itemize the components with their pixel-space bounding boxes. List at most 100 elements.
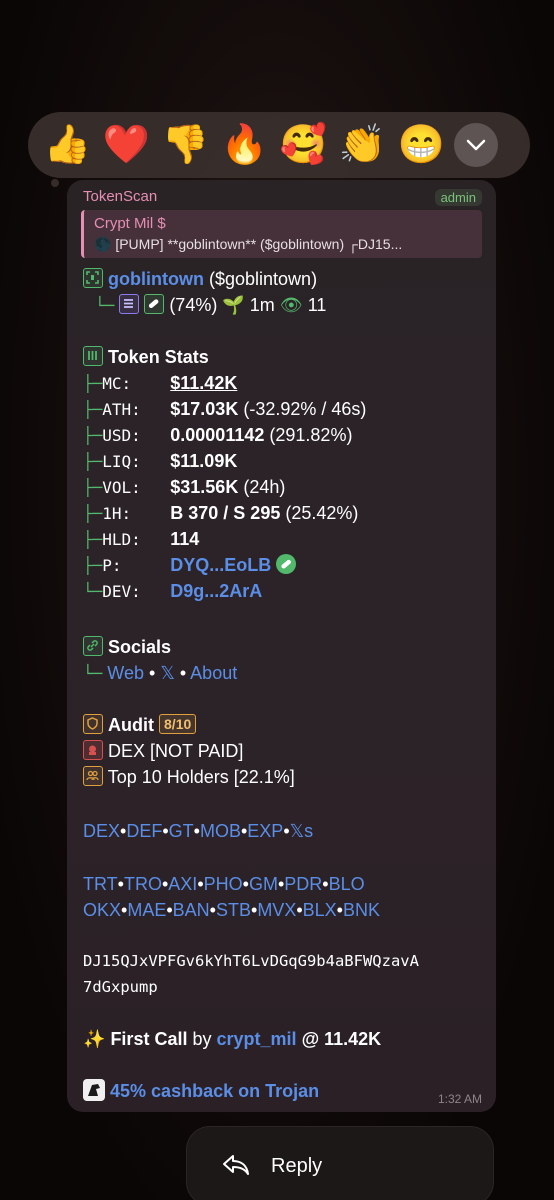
stat-value: 0.00001142 xyxy=(170,425,265,445)
link-pdr[interactable]: PDR xyxy=(284,874,322,894)
link-gm[interactable]: GM xyxy=(249,874,278,894)
link-mae[interactable]: MAE xyxy=(127,900,166,920)
reply-button[interactable]: Reply xyxy=(186,1126,494,1200)
red-heart-reaction[interactable]: ❤️ xyxy=(97,119,156,171)
dex-status: DEX [NOT PAID] xyxy=(108,741,244,761)
quoted-reply-text: 🌑 [PUMP] **goblintown** ($goblintown) ┌D… xyxy=(94,236,403,252)
stat-extra: (25.42%) xyxy=(285,503,359,523)
solana-icon xyxy=(119,294,140,314)
first-call-row: ✨ First Call by crypt_mil @ 11.42K xyxy=(83,1026,381,1052)
tree-branch: ├─ xyxy=(83,530,103,549)
reaction-bar: 👍 ❤️ 👎 🔥 🥰 👏 😁 xyxy=(28,112,530,178)
expand-reactions-button[interactable] xyxy=(454,123,498,167)
tree-branch: ├─ xyxy=(83,426,103,445)
contract-address-line-2[interactable]: 7dGxpump xyxy=(83,974,158,1000)
stats-heading: Token Stats xyxy=(108,347,209,367)
stat-value[interactable]: $11.42K xyxy=(170,373,237,393)
audit-dex-row: DEX [NOT PAID] xyxy=(83,738,243,764)
dev-address-link[interactable]: D9g...2ArA xyxy=(170,581,262,601)
tree-branch: └─ xyxy=(83,664,103,683)
sparkles-icon: ✨ xyxy=(83,1029,106,1049)
link-tro[interactable]: TRO xyxy=(124,874,162,894)
link-mvx[interactable]: MVX xyxy=(257,900,296,920)
cashback-row: 45% cashback on Trojan xyxy=(83,1078,319,1104)
link-blx[interactable]: BLX xyxy=(303,900,337,920)
top-holders: Top 10 Holders [22.1%] xyxy=(107,767,295,787)
about-link[interactable]: About xyxy=(190,663,237,683)
audit-heading-row: Audit 8/10 xyxy=(83,712,197,738)
stat-row-liq: ├─LIQ: $11.09K xyxy=(83,448,237,474)
link-exp[interactable]: EXP xyxy=(247,821,283,841)
fire-reaction[interactable]: 🔥 xyxy=(215,119,274,171)
quoted-reply[interactable]: Crypt Mil $ 🌑 [PUMP] **goblintown** ($go… xyxy=(81,210,482,258)
message-time: 1:32 AM xyxy=(437,1092,482,1106)
stat-row-usd: ├─USD: 0.00001142 (291.82%) xyxy=(83,422,352,448)
message-bubble[interactable]: TokenScan admin Crypt Mil $ 🌑 [PUMP] **g… xyxy=(67,180,496,1112)
warning-icon xyxy=(83,740,103,760)
stat-label: HLD: xyxy=(102,530,141,549)
link-okx[interactable]: OKX xyxy=(83,900,121,920)
eye-icon: 👁 xyxy=(279,295,303,315)
pill-icon[interactable] xyxy=(144,294,165,314)
scan-icon xyxy=(83,268,103,288)
tree-branch: ├─ xyxy=(83,556,103,575)
link-mob[interactable]: MOB xyxy=(200,821,241,841)
link-xs[interactable]: 𝕏s xyxy=(290,821,314,841)
audit-score-badge: 8/10 xyxy=(159,714,197,734)
stat-extra: (-32.92% / 46s) xyxy=(243,399,367,419)
stat-label: P: xyxy=(102,556,122,575)
stat-label: 1H: xyxy=(102,504,132,523)
stat-row-mc: ├─MC: $11.42K xyxy=(83,370,237,396)
socials-heading-row: Socials xyxy=(83,634,171,660)
link-axi[interactable]: AXI xyxy=(168,874,197,894)
chevron-down-icon xyxy=(466,139,486,151)
holders-icon xyxy=(83,766,103,786)
link-bnk[interactable]: BNK xyxy=(343,900,380,920)
token-name-link[interactable]: goblintown xyxy=(108,269,204,289)
link-trt[interactable]: TRT xyxy=(83,874,118,894)
first-call-label: First Call xyxy=(110,1029,188,1049)
stat-label: MC: xyxy=(102,374,132,393)
token-percent: (74%) xyxy=(169,295,218,315)
link-blo[interactable]: BLO xyxy=(329,874,365,894)
socials-heading: Socials xyxy=(108,637,172,657)
quick-links-row-3: OKX•MAE•BAN•STB•MVX•BLX•BNK xyxy=(83,900,380,920)
token-views: 11 xyxy=(307,295,327,315)
admin-badge: admin xyxy=(434,189,482,206)
web-link[interactable]: Web xyxy=(107,663,144,683)
token-age: 1m xyxy=(249,295,275,315)
x-link[interactable]: 𝕏 xyxy=(160,663,175,683)
hearts-face-reaction[interactable]: 🥰 xyxy=(274,119,333,171)
link-gt[interactable]: GT xyxy=(169,821,194,841)
reaction-bar-tail xyxy=(51,179,59,187)
stat-row-pair: ├─P: DYQ...EoLB xyxy=(83,552,297,578)
stat-row-ath: ├─ATH: $17.03K (-32.92% / 46s) xyxy=(83,396,366,422)
separator: • xyxy=(148,663,156,683)
contract-address-line-1[interactable]: DJ15QJxVPFGv6kYhT6LvDGqG9b4aBFWQzavA xyxy=(83,948,419,974)
cashback-link[interactable]: 45% cashback on Trojan xyxy=(110,1081,319,1101)
token-meta-row: └─ (74%) 🌱 1m 👁 11 xyxy=(95,292,326,318)
stat-row-dev: └─DEV: D9g...2ArA xyxy=(83,578,262,604)
link-def[interactable]: DEF xyxy=(126,821,162,841)
link-pho[interactable]: PHO xyxy=(204,874,243,894)
quoted-reply-author: Crypt Mil $ xyxy=(94,215,166,232)
caller-link[interactable]: crypt_mil xyxy=(217,1029,297,1049)
link-ban[interactable]: BAN xyxy=(173,900,210,920)
thumbs-up-reaction[interactable]: 👍 xyxy=(38,119,97,171)
link-stb[interactable]: STB xyxy=(216,900,251,920)
stat-label: LIQ: xyxy=(102,452,141,471)
stat-value: B 370 / S 295 xyxy=(170,503,281,523)
beaming-face-reaction[interactable]: 😁 xyxy=(392,119,451,171)
stat-value: $11.09K xyxy=(170,451,238,471)
pill-icon[interactable] xyxy=(276,554,297,574)
thumbs-down-reaction[interactable]: 👎 xyxy=(156,119,215,171)
sender-name[interactable]: TokenScan xyxy=(83,188,157,205)
stat-value: $17.03K xyxy=(170,399,239,419)
tree-branch: └─ xyxy=(95,296,115,315)
stat-extra: (291.82%) xyxy=(269,425,353,445)
pair-address-link[interactable]: DYQ...EoLB xyxy=(170,555,271,575)
stats-heading-row: Token Stats xyxy=(83,344,209,370)
clapping-reaction[interactable]: 👏 xyxy=(333,119,392,171)
tree-branch: └─ xyxy=(83,582,103,601)
link-dex[interactable]: DEX xyxy=(83,821,120,841)
